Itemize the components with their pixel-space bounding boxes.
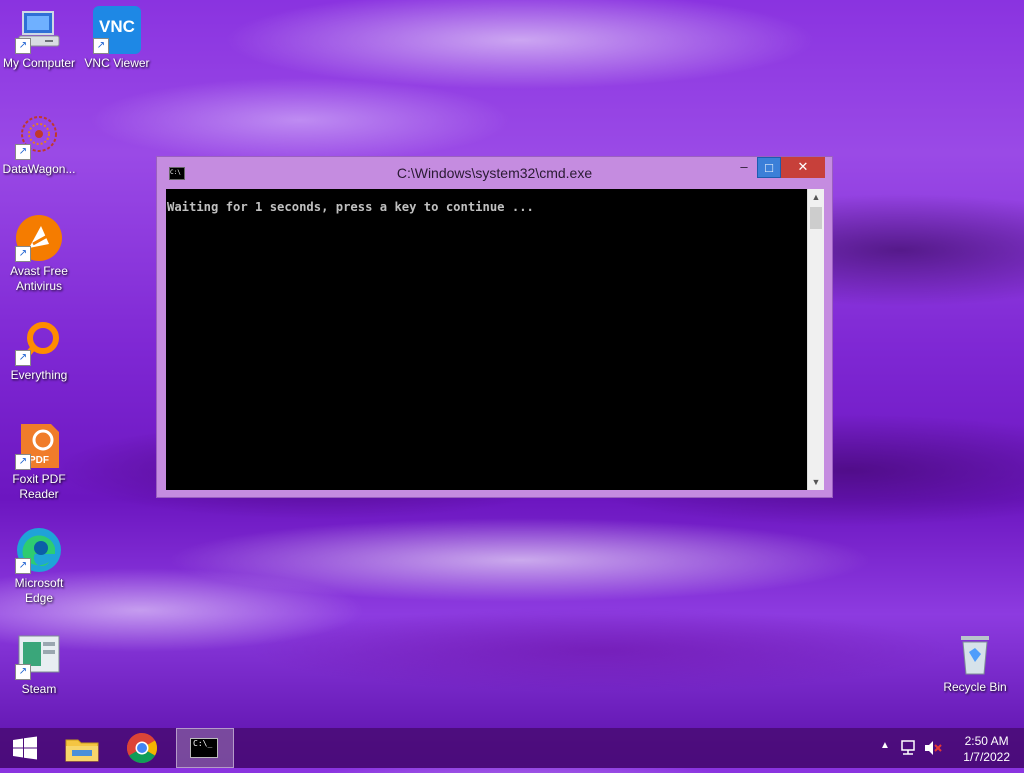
title-bar[interactable]: C:\ C:\Windows\system32\cmd.exe – □ ✕ [157, 157, 832, 189]
taskbar: C:\_ ▲ 2:50 AM 1/7/2022 [0, 728, 1024, 768]
foxit-logo-text: PDF [29, 455, 49, 466]
start-button[interactable] [0, 728, 50, 768]
taskbar-command-prompt[interactable]: C:\_ [176, 728, 234, 768]
desktop-icon-label: DataWagon... [2, 162, 76, 176]
desktop-icon-vnc-viewer[interactable]: VNC ↗ VNC Viewer [78, 6, 156, 71]
console-text: Waiting for 1 seconds, press a key to co… [167, 200, 534, 214]
shortcut-arrow-icon: ↗ [15, 558, 31, 574]
steam-icon: ↗ [15, 632, 63, 680]
recycle-bin-icon [951, 630, 999, 678]
desktop-icon-label: Microsoft Edge [14, 576, 64, 605]
cmd-window[interactable]: C:\ C:\Windows\system32\cmd.exe – □ ✕ Wa… [156, 156, 833, 498]
desktop-icon-label: Everything [10, 368, 68, 382]
chrome-icon [126, 733, 158, 764]
desktop-icon-label: VNC Viewer [84, 56, 150, 70]
network-icon[interactable] [900, 740, 918, 756]
command-prompt-icon: C:\_ [190, 738, 218, 758]
desktop-icon-recycle-bin[interactable]: Recycle Bin [936, 630, 1014, 695]
vnc-viewer-icon: VNC ↗ [93, 6, 141, 54]
windows-logo-icon [13, 736, 37, 760]
shortcut-arrow-icon: ↗ [15, 664, 31, 680]
shortcut-arrow-icon: ↗ [15, 38, 31, 54]
taskbar-clock[interactable]: 2:50 AM 1/7/2022 [963, 733, 1010, 765]
minimize-button[interactable]: – [731, 157, 757, 178]
desktop-icon-label: Recycle Bin [943, 680, 1007, 694]
desktop-icon-label: Avast Free Antivirus [10, 264, 68, 293]
shortcut-arrow-icon: ↗ [15, 246, 31, 262]
maximize-button[interactable]: □ [757, 157, 781, 178]
shortcut-arrow-icon: ↗ [15, 454, 31, 470]
scroll-down-arrow-icon[interactable]: ▼ [808, 474, 824, 490]
desktop-icon-label: Steam [21, 682, 57, 696]
scroll-thumb[interactable] [810, 207, 822, 229]
avast-icon: ↗ [15, 214, 63, 262]
desktop-icon-edge[interactable]: ↗ Microsoft Edge [0, 526, 78, 606]
clock-date: 1/7/2022 [963, 750, 1010, 764]
show-hidden-icons-chevron-up-icon[interactable]: ▲ [880, 740, 890, 751]
desktop-icon-avast[interactable]: ↗ Avast Free Antivirus [0, 214, 78, 294]
desktop-icon-steam[interactable]: ↗ Steam [0, 632, 78, 697]
scroll-up-arrow-icon[interactable]: ▲ [808, 189, 824, 205]
close-button[interactable]: ✕ [781, 157, 825, 178]
everything-search-icon: ↗ [15, 318, 63, 366]
clock-time: 2:50 AM [964, 734, 1009, 748]
taskbar-file-explorer[interactable] [58, 728, 106, 768]
desktop-icon-label: Foxit PDF Reader [12, 472, 66, 501]
desktop-icon-everything[interactable]: ↗ Everything [0, 318, 78, 383]
foxit-pdf-icon: PDF ↗ [15, 422, 63, 470]
console-output[interactable]: Waiting for 1 seconds, press a key to co… [166, 189, 807, 490]
vnc-logo-text: VNC [99, 17, 135, 36]
volume-muted-icon[interactable] [924, 740, 942, 756]
shortcut-arrow-icon: ↗ [93, 38, 109, 54]
system-tray: ▲ 2:50 AM 1/7/2022 [864, 728, 1024, 768]
file-explorer-icon [65, 739, 99, 762]
desktop-icon-my-computer[interactable]: ↗ My Computer [0, 6, 78, 71]
desktop-icon-datawagon[interactable]: ↗ DataWagon... [0, 112, 78, 177]
taskbar-chrome[interactable] [118, 728, 166, 768]
datawagon-icon: ↗ [15, 112, 63, 160]
desktop-icon-label: My Computer [2, 56, 76, 70]
shortcut-arrow-icon: ↗ [15, 350, 31, 366]
desktop-icon-foxit[interactable]: PDF ↗ Foxit PDF Reader [0, 422, 78, 502]
vertical-scrollbar[interactable]: ▲ ▼ [807, 189, 824, 490]
shortcut-arrow-icon: ↗ [15, 144, 31, 160]
computer-icon: ↗ [15, 6, 63, 54]
edge-icon: ↗ [15, 526, 63, 574]
